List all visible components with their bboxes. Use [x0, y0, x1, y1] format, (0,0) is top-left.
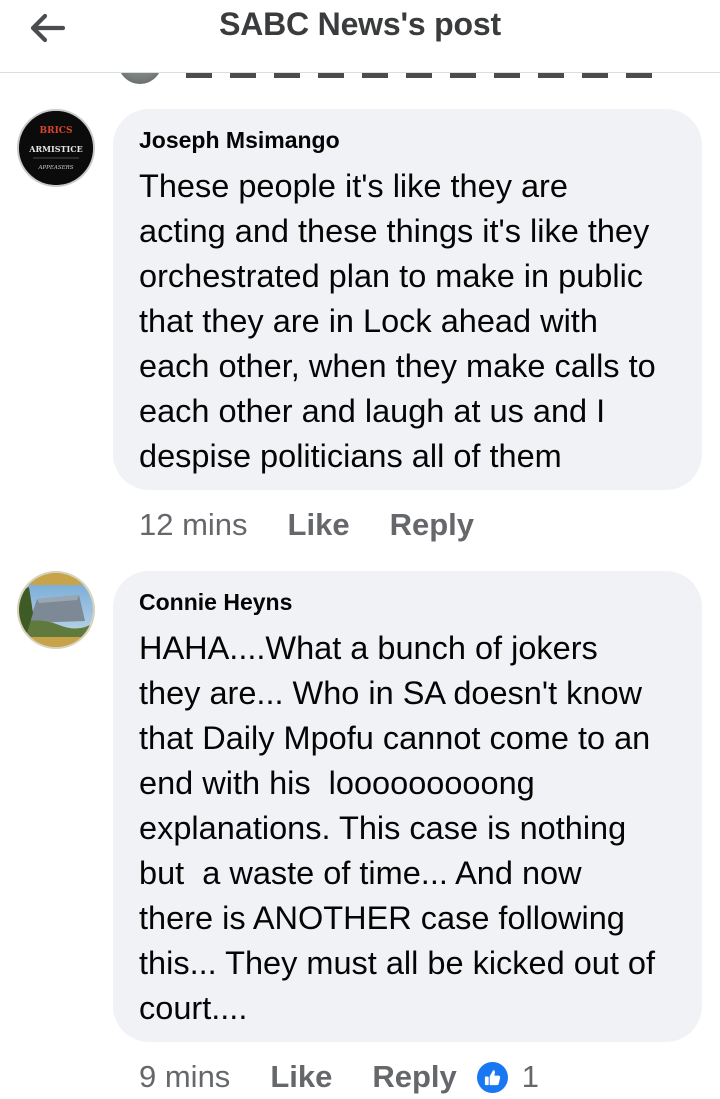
- reply-button[interactable]: Reply: [372, 1059, 456, 1095]
- comment-author[interactable]: Joseph Msimango: [139, 127, 340, 154]
- comment-timestamp[interactable]: 12 mins: [139, 507, 248, 543]
- avatar-image: BRICS ARMISTICE APPEASERS: [19, 111, 93, 185]
- avatar[interactable]: BRICS ARMISTICE APPEASERS: [17, 109, 95, 187]
- like-button[interactable]: Like: [288, 507, 350, 543]
- comment-bubble[interactable]: Joseph Msimango These people it's like t…: [113, 109, 702, 490]
- avatar[interactable]: [17, 571, 95, 649]
- top-bar: SABC News's post: [0, 0, 720, 73]
- svg-text:BRICS: BRICS: [40, 126, 73, 136]
- comment-actions: 9 mins Like Reply 1: [139, 1057, 539, 1097]
- comment-text: These people it's like they are acting a…: [139, 168, 656, 474]
- comment-timestamp[interactable]: 9 mins: [139, 1059, 230, 1095]
- like-button[interactable]: Like: [270, 1059, 332, 1095]
- comment-bubble[interactable]: Connie Heyns HAHA....What a bunch of jok…: [113, 571, 702, 1042]
- comment-author[interactable]: Connie Heyns: [139, 589, 292, 616]
- reply-button[interactable]: Reply: [390, 507, 474, 543]
- thumbs-up-icon[interactable]: [476, 1061, 508, 1093]
- page-title: SABC News's post: [219, 6, 501, 42]
- comment-actions: 12 mins Like Reply: [139, 505, 474, 545]
- svg-text:ARMISTICE: ARMISTICE: [28, 144, 82, 154]
- reaction-count: 1: [521, 1059, 540, 1094]
- comment-text: HAHA....What a bunch of jokers they are.…: [139, 630, 656, 1026]
- svg-text:APPEASERS: APPEASERS: [37, 165, 73, 171]
- previous-comment-avatar: [118, 72, 166, 84]
- avatar-image: [19, 573, 93, 647]
